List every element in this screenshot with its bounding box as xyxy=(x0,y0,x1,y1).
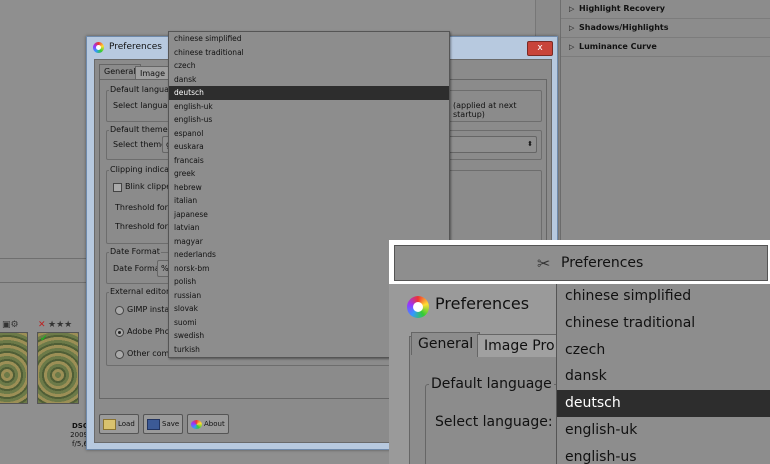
checkmark-icon: ✔ xyxy=(40,334,48,344)
language-option[interactable]: czech xyxy=(169,59,449,73)
expand-triangle-icon: ▷ xyxy=(569,43,575,51)
thumbnail-filename: DSC xyxy=(72,422,88,430)
tool-panel: ▷ Highlight Recovery ▷ Shadows/Highlights … xyxy=(560,0,770,250)
language-option[interactable]: chinese simplified xyxy=(169,32,449,46)
zoom-language-option[interactable]: english-uk xyxy=(557,417,770,444)
zoom-language-label: Select language: xyxy=(435,414,553,430)
zoom-language-option[interactable]: czech xyxy=(557,337,770,364)
spin-arrows-icon: ⬍ xyxy=(527,140,533,148)
divider xyxy=(0,282,90,283)
panel-shadows-highlights[interactable]: ▷ Shadows/Highlights xyxy=(561,19,770,38)
other-command-radio[interactable] xyxy=(115,350,124,359)
panel-highlight-recovery[interactable]: ▷ Highlight Recovery xyxy=(561,0,770,19)
thumbnail-exposure: f/5,6 xyxy=(72,440,88,448)
panel-luminance-curve[interactable]: ▷ Luminance Curve xyxy=(561,38,770,57)
zoom-language-option[interactable]: dansk xyxy=(557,363,770,390)
save-button[interactable]: Save xyxy=(143,414,184,434)
zoom-preferences-toolbar-button[interactable]: ✂ Preferences xyxy=(394,245,768,281)
thumbnail-date: 2009 xyxy=(70,431,88,439)
zoom-language-option-selected[interactable]: deutsch xyxy=(557,390,770,417)
language-option[interactable]: hebrew xyxy=(169,181,449,195)
group-title: External editor xyxy=(109,287,171,296)
rawtherapee-logo-icon xyxy=(191,419,202,429)
language-option[interactable]: japanese xyxy=(169,208,449,222)
zoom-toolbar-label: Preferences xyxy=(561,255,644,271)
close-button[interactable]: x xyxy=(527,41,553,56)
zoom-language-dropdown[interactable]: chinese simplified chinese traditional c… xyxy=(556,284,770,464)
language-option[interactable]: dansk xyxy=(169,73,449,87)
expand-triangle-icon: ▷ xyxy=(569,5,575,13)
floppy-disk-icon xyxy=(147,418,160,430)
load-button[interactable]: Load xyxy=(99,414,139,434)
zoom-tab-general[interactable]: General xyxy=(411,332,481,355)
rawtherapee-logo-icon xyxy=(93,42,104,53)
divider xyxy=(0,258,90,259)
language-option[interactable]: english-uk xyxy=(169,100,449,114)
language-option[interactable]: greek xyxy=(169,167,449,181)
language-option[interactable]: euskara xyxy=(169,140,449,154)
zoom-dialog-title: Preferences xyxy=(435,294,530,313)
zoom-language-option[interactable]: english-us xyxy=(557,444,770,464)
language-option[interactable]: english-us xyxy=(169,113,449,127)
blink-clipped-checkbox[interactable] xyxy=(113,183,122,192)
zoom-tab-image-processing[interactable]: Image Pro xyxy=(477,334,562,357)
thumbnail-tools-icon[interactable]: ▣⚙ xyxy=(2,320,19,330)
language-option-selected[interactable]: deutsch xyxy=(169,86,449,100)
zoom-language-option[interactable]: chinese simplified xyxy=(557,284,770,310)
group-title: Default theme xyxy=(109,125,169,134)
group-title: Date Format xyxy=(109,247,161,256)
tools-icon: ✂ xyxy=(537,254,551,273)
rawtherapee-logo-icon xyxy=(407,296,429,318)
filmstrip: ▣⚙ ✕ ★★★ ✔ DSC 2009 f/5,6 xyxy=(0,318,90,448)
language-option[interactable]: espanol xyxy=(169,127,449,141)
rating-stars-icon[interactable]: ★★★ xyxy=(48,320,72,330)
gimp-radio[interactable] xyxy=(115,306,124,315)
zoom-language-option[interactable]: chinese traditional xyxy=(557,310,770,337)
reject-icon[interactable]: ✕ xyxy=(38,320,46,330)
startup-note: (applied at next startup) xyxy=(453,101,517,119)
language-option[interactable]: francais xyxy=(169,154,449,168)
dialog-title: Preferences xyxy=(109,42,162,52)
language-option[interactable]: italian xyxy=(169,194,449,208)
scrollbar-strip[interactable] xyxy=(535,0,561,40)
zoom-group-title: Default language xyxy=(429,376,554,392)
photoshop-radio[interactable] xyxy=(115,328,124,337)
expand-triangle-icon: ▷ xyxy=(569,24,575,32)
language-option[interactable]: chinese traditional xyxy=(169,46,449,60)
thumbnail-image[interactable] xyxy=(0,332,28,404)
zoom-inset: ✂ Preferences Preferences General Image … xyxy=(389,240,770,464)
theme-label: Select theme: xyxy=(113,140,169,149)
about-button[interactable]: About xyxy=(187,414,229,434)
language-option[interactable]: latvian xyxy=(169,221,449,235)
zoom-dialog-view: Preferences General Image Pro Default la… xyxy=(389,284,770,464)
folder-icon xyxy=(103,418,116,430)
